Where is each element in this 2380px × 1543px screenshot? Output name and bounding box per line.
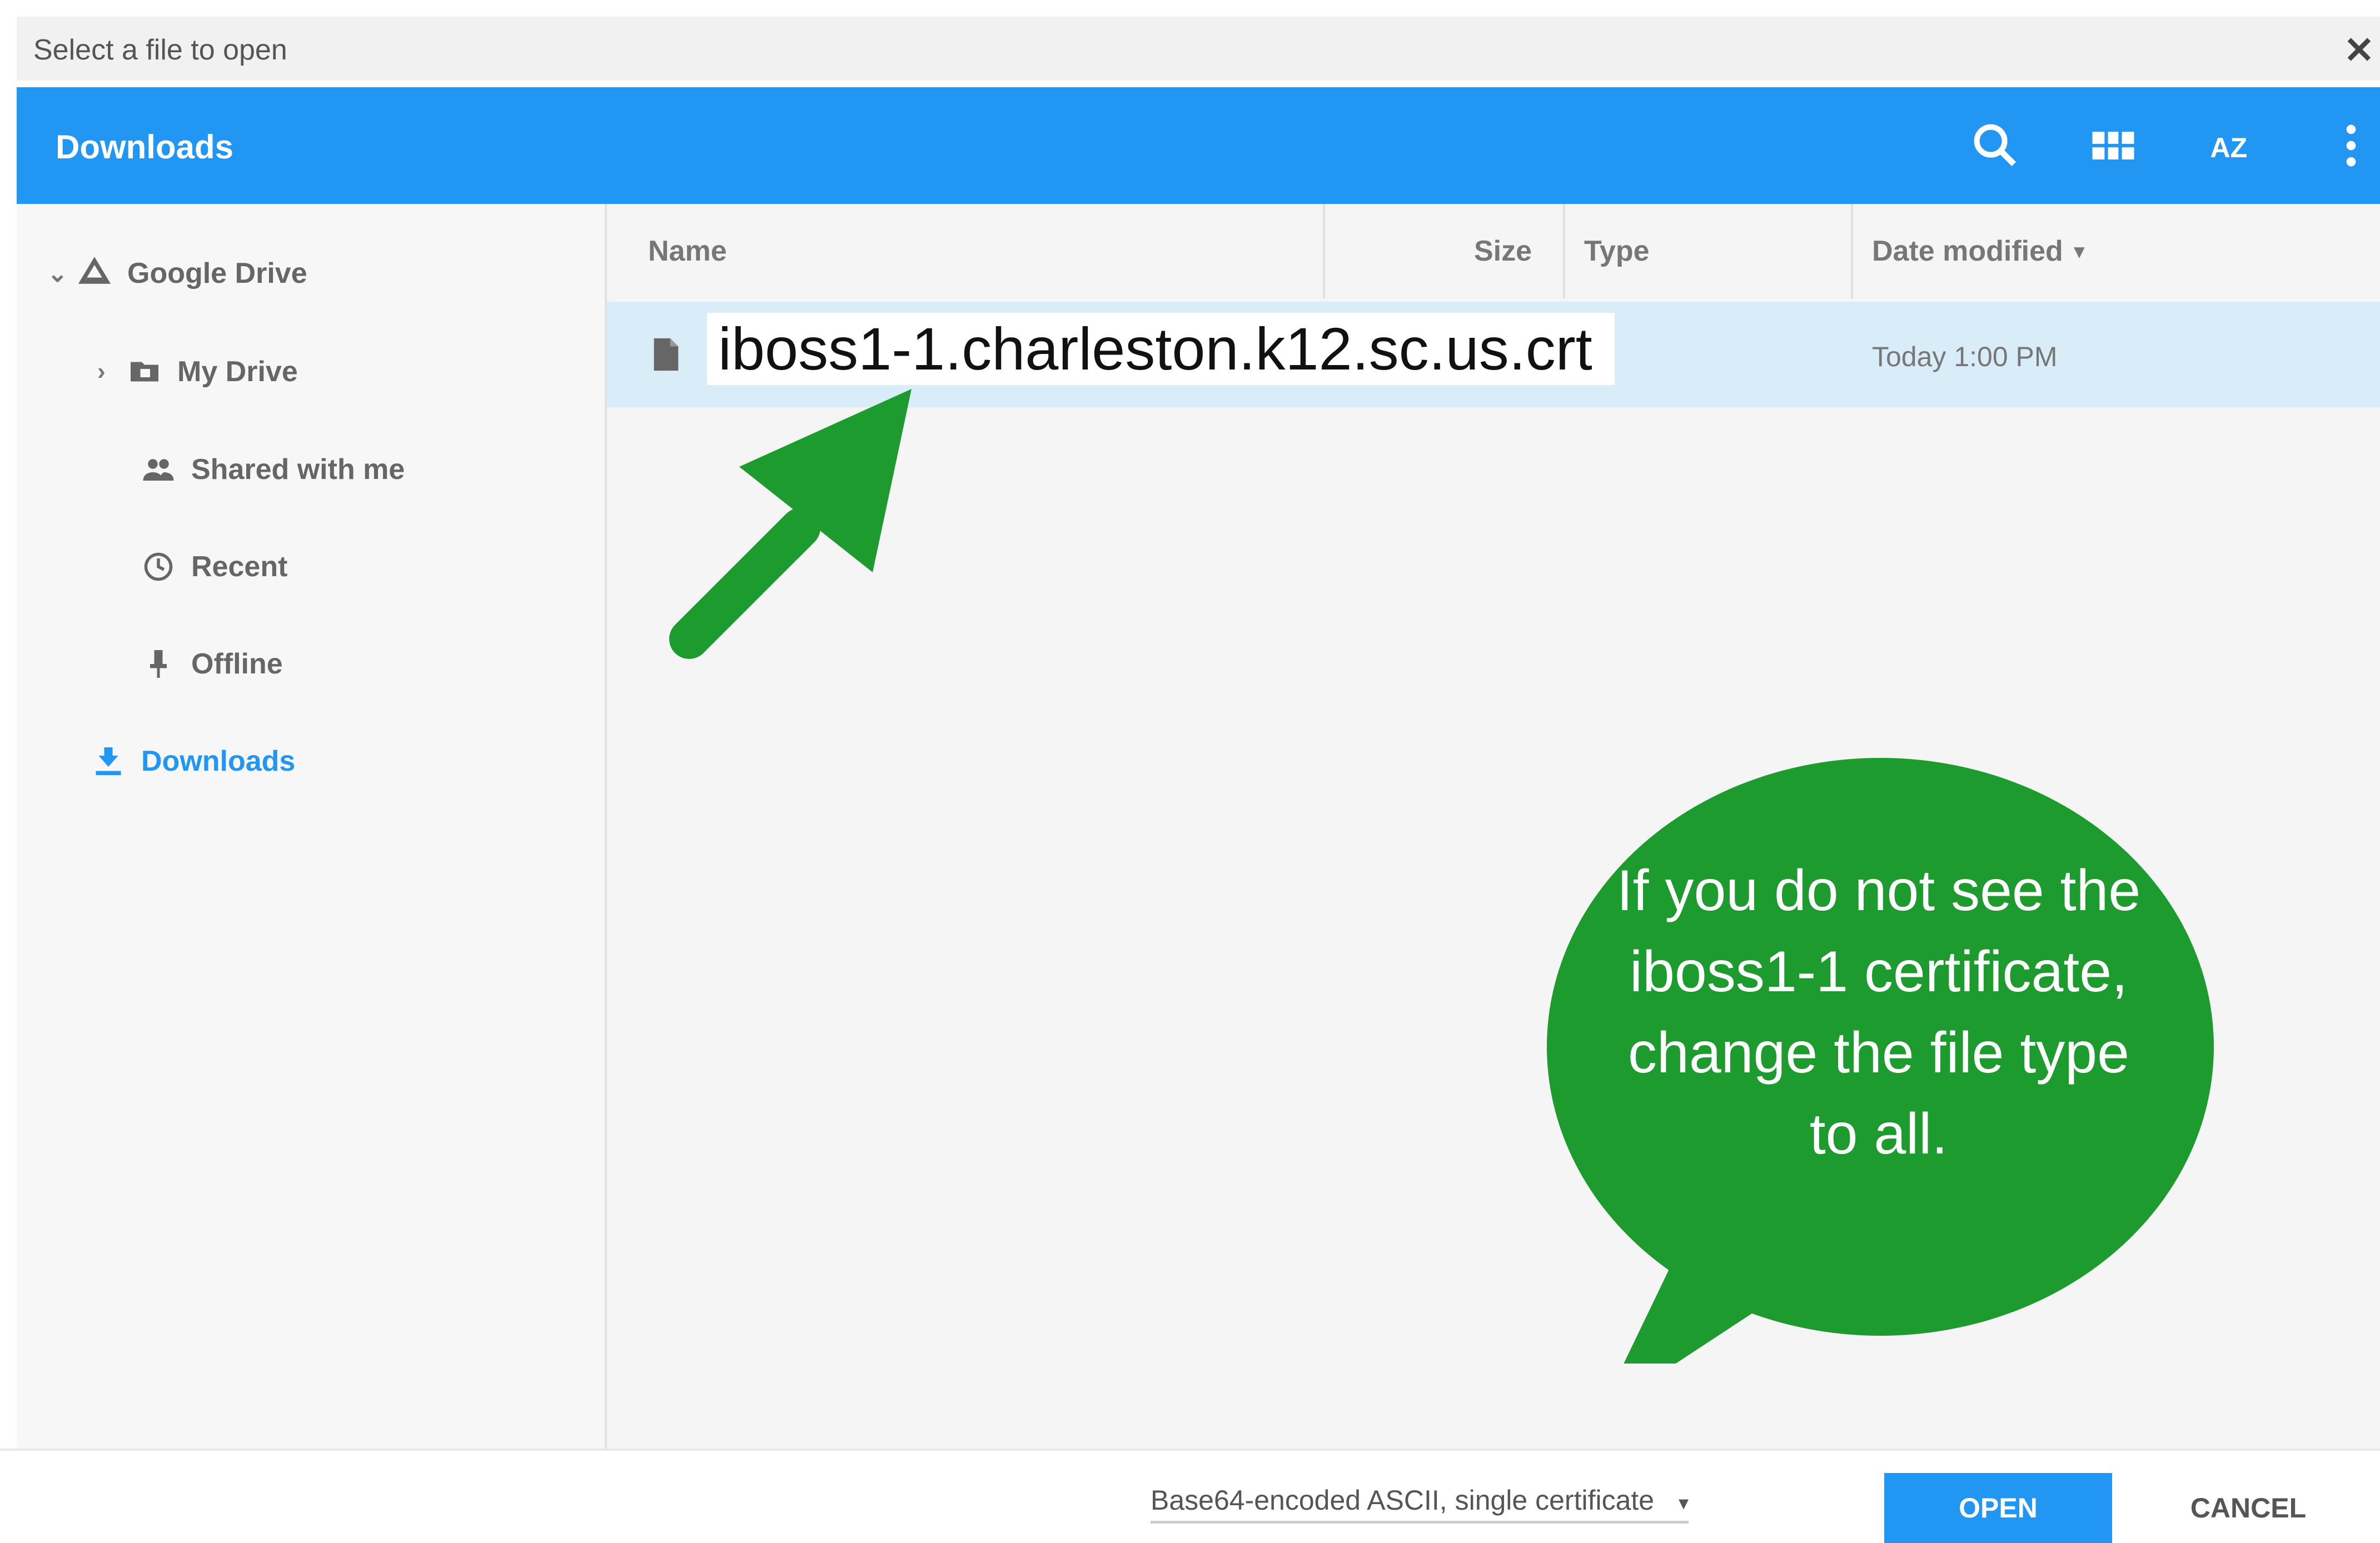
- cancel-button[interactable]: CANCEL: [2168, 1473, 2329, 1543]
- more-vert-icon[interactable]: [2323, 118, 2379, 173]
- file-type-value: Base64-encoded ASCII, single certificate: [1151, 1485, 1655, 1516]
- sidebar-item-downloads[interactable]: Downloads: [89, 733, 295, 789]
- chevron-down-icon[interactable]: ⌄: [47, 259, 75, 288]
- google-drive-icon: [75, 254, 114, 293]
- download-icon: [89, 742, 128, 781]
- callout-text: If you do not see the iboss1-1 certifica…: [1616, 858, 2141, 1166]
- sort-az-icon[interactable]: AZ: [2203, 118, 2259, 173]
- clock-icon: [139, 547, 178, 586]
- open-button[interactable]: OPEN: [1884, 1473, 2112, 1543]
- column-header-name[interactable]: Name: [648, 204, 727, 298]
- location-header: Downloads AZ: [17, 87, 2380, 204]
- sidebar-item-label: Google Drive: [127, 257, 307, 289]
- dialog-footer: Base64-encoded ASCII, single certificate…: [0, 1449, 2380, 1543]
- title-bar: Select a file to open ✕: [17, 17, 2380, 81]
- sidebar-item-recent[interactable]: Recent: [139, 539, 287, 595]
- file-icon: [646, 335, 685, 374]
- sort-arrow-icon: ▾: [2074, 239, 2084, 262]
- column-header-size[interactable]: Size: [1474, 204, 1532, 298]
- current-location: Downloads: [56, 128, 234, 166]
- annotation-arrow: [669, 389, 912, 659]
- sidebar-item-label: Recent: [191, 551, 288, 583]
- sidebar-item-label: My Drive: [177, 356, 298, 388]
- file-type-select[interactable]: Base64-encoded ASCII, single certificate…: [1151, 1484, 1689, 1524]
- column-divider[interactable]: [1851, 204, 1853, 298]
- pin-icon: [139, 645, 178, 683]
- column-divider[interactable]: [1323, 204, 1325, 298]
- search-icon[interactable]: [1968, 118, 2023, 173]
- people-icon: [139, 450, 178, 489]
- column-header-date[interactable]: Date modified ▾: [1872, 204, 2084, 298]
- sidebar-item-shared-with-me[interactable]: Shared with me: [139, 442, 405, 497]
- column-header-type[interactable]: Type: [1584, 204, 1650, 298]
- chevron-right-icon[interactable]: ›: [97, 358, 125, 386]
- folder-icon: [125, 352, 164, 391]
- sidebar-item-label: Downloads: [141, 745, 296, 777]
- sort-az-label: AZ: [2210, 132, 2248, 163]
- sidebar-item-google-drive[interactable]: ⌄ Google Drive: [47, 246, 307, 301]
- sidebar-item-offline[interactable]: Offline: [139, 636, 283, 692]
- grid-view-icon[interactable]: [2085, 118, 2141, 173]
- file-open-dialog: Select a file to open ✕ Downloads AZ ⌄ G…: [0, 0, 2380, 1543]
- sidebar-item-label: Shared with me: [191, 453, 405, 486]
- column-divider[interactable]: [1563, 204, 1565, 298]
- sidebar: ⌄ Google Drive › My Drive Shared with me…: [17, 204, 607, 1449]
- file-date: Today 1:00 PM: [1872, 341, 2058, 372]
- column-header-date-label: Date modified: [1872, 235, 2063, 267]
- dialog-title: Select a file to open: [33, 34, 287, 66]
- sidebar-item-label: Offline: [191, 648, 283, 680]
- file-name: iboss1-1.charleston.k12.sc.us.crt: [707, 313, 1615, 385]
- sidebar-item-my-drive[interactable]: › My Drive: [97, 344, 298, 400]
- close-icon[interactable]: ✕: [2344, 29, 2374, 72]
- chevron-down-icon: ▾: [1679, 1491, 1689, 1514]
